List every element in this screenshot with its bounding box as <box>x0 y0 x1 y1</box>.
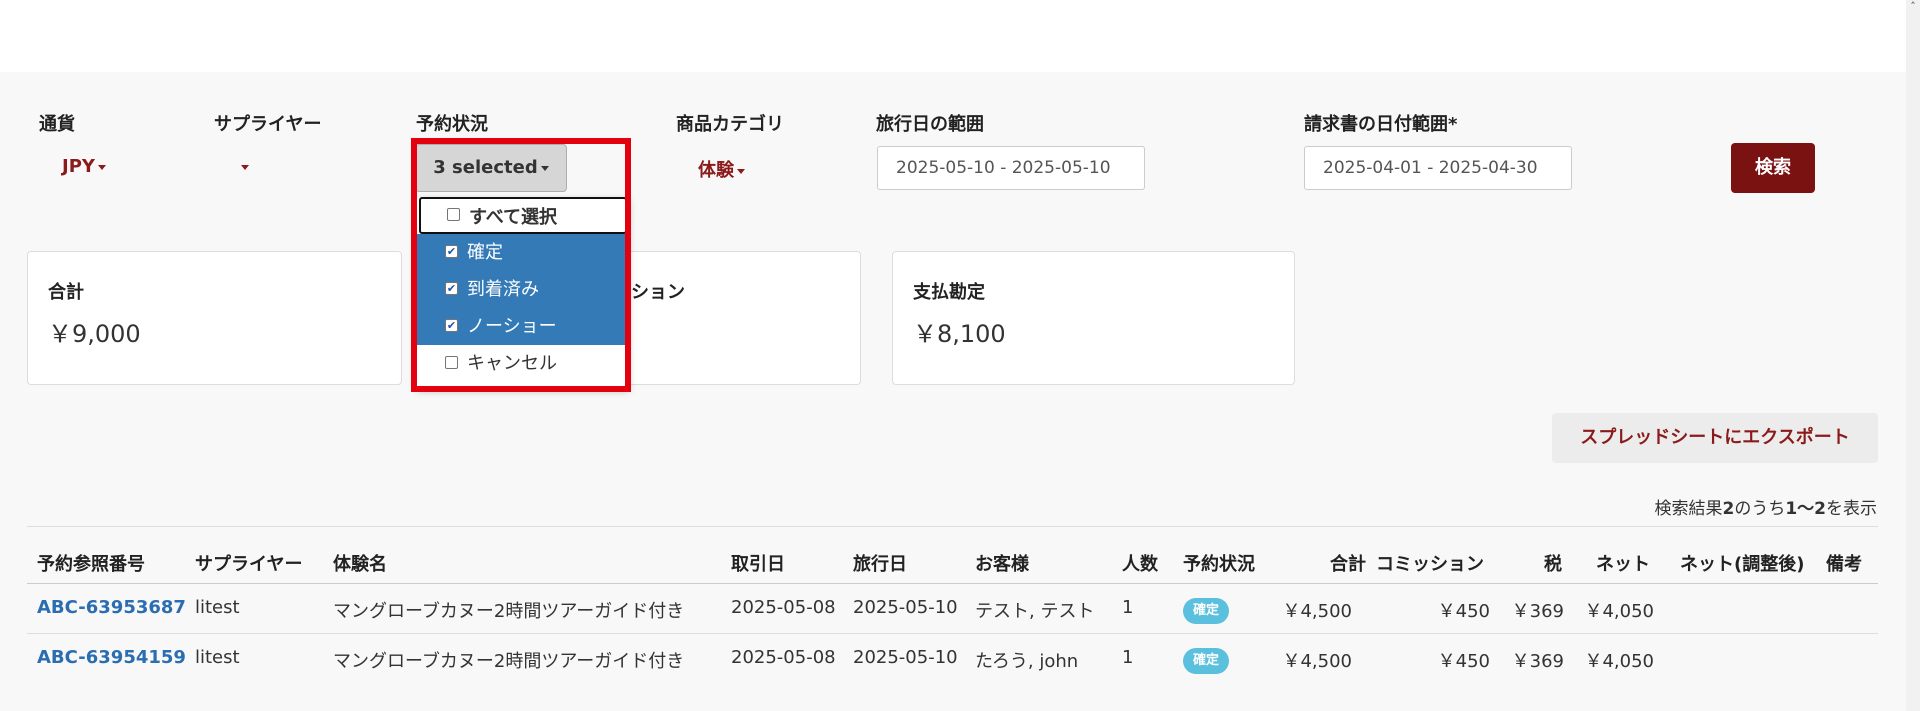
result-info: 検索結果2のうち1〜2を表示 <box>1654 499 1877 519</box>
th-total[interactable]: 合計 <box>1330 550 1366 576</box>
cell-total: ￥4,500 <box>1282 601 1352 622</box>
status-dropdown-menu: すべて選択 ✔ 確定 ✔ 到着済み ✔ ノーショー キャンセル <box>417 197 629 388</box>
summary-value: ￥9,000 <box>48 320 141 348</box>
row-divider <box>27 633 1878 634</box>
status-option-label: すべて選択 <box>469 207 558 228</box>
status-option-no-show[interactable]: ✔ ノーショー <box>417 308 629 345</box>
cell-supplier: litest <box>195 647 240 668</box>
caret-down-icon <box>97 164 106 170</box>
checkbox-checked-icon[interactable]: ✔ <box>445 319 458 332</box>
summary-value: ￥8,100 <box>913 320 1006 348</box>
category-value: 体験 <box>698 160 734 181</box>
status-option-select-all[interactable]: すべて選択 <box>419 197 627 234</box>
th-status[interactable]: 予約状況 <box>1183 550 1255 576</box>
search-button[interactable]: 検索 <box>1731 143 1815 193</box>
status-label: 予約状況 <box>416 114 488 135</box>
cell-supplier: litest <box>195 597 240 618</box>
summary-title: ション <box>631 282 685 303</box>
caret-down-icon <box>241 164 249 170</box>
travel-range-input[interactable]: 2025-05-10 - 2025-05-10 <box>877 146 1145 190</box>
summary-title: 合計 <box>48 282 84 303</box>
status-option-label: 確定 <box>467 242 503 263</box>
status-option-cancel[interactable]: キャンセル <box>417 345 629 382</box>
cell-people: 1 <box>1122 647 1134 668</box>
th-net-adjusted[interactable]: ネット(調整後) <box>1680 550 1804 576</box>
cell-commission: ￥450 <box>1437 601 1490 622</box>
currency-label: 通貨 <box>39 114 75 135</box>
cell-customer: たろう, john <box>975 651 1079 672</box>
caret-down-icon <box>540 165 549 171</box>
status-badge: 確定 <box>1183 648 1229 674</box>
category-dropdown[interactable]: 体験 <box>698 156 745 182</box>
cell-tax: ￥369 <box>1511 601 1564 622</box>
invoice-range-label: 請求書の日付範囲* <box>1304 114 1458 135</box>
th-people[interactable]: 人数 <box>1122 550 1158 576</box>
cell-net: ￥4,050 <box>1584 651 1654 672</box>
th-net[interactable]: ネット <box>1596 550 1650 576</box>
travel-range-label: 旅行日の範囲 <box>876 114 984 135</box>
table-header-border <box>27 583 1878 584</box>
status-selected-count: 3 selected <box>433 157 538 178</box>
cell-name: マングローブカヌー2時間ツアーガイド付き <box>333 651 685 672</box>
table-top-border <box>27 526 1878 527</box>
currency-dropdown[interactable]: JPY <box>62 156 106 177</box>
export-spreadsheet-button[interactable]: スプレッドシートにエクスポート <box>1552 413 1878 463</box>
cell-deal-date: 2025-05-08 <box>731 597 836 618</box>
cell-net: ￥4,050 <box>1584 601 1654 622</box>
status-badge: 確定 <box>1183 598 1229 624</box>
cell-total: ￥4,500 <box>1282 651 1352 672</box>
th-customer[interactable]: お客様 <box>975 550 1029 576</box>
booking-ref-link[interactable]: ABC-63953687 <box>37 597 186 618</box>
status-option-label: 到着済み <box>467 279 539 300</box>
cell-travel-date: 2025-05-10 <box>853 597 958 618</box>
supplier-dropdown[interactable] <box>238 156 249 177</box>
th-tax[interactable]: 税 <box>1544 550 1562 576</box>
status-option-label: ノーショー <box>467 316 557 337</box>
cell-tax: ￥369 <box>1511 651 1564 672</box>
th-deal-date[interactable]: 取引日 <box>731 550 785 576</box>
th-supplier[interactable]: サプライヤー <box>195 550 302 576</box>
status-option-arrived[interactable]: ✔ 到着済み <box>417 271 629 308</box>
checkbox-checked-icon[interactable]: ✔ <box>445 245 458 258</box>
category-label: 商品カテゴリ <box>676 114 784 135</box>
status-multiselect-button[interactable]: 3 selected <box>415 144 567 192</box>
checkbox-checked-icon[interactable]: ✔ <box>445 282 458 295</box>
summary-title: 支払勘定 <box>913 282 985 303</box>
status-option-label: キャンセル <box>467 353 557 374</box>
cell-commission: ￥450 <box>1437 651 1490 672</box>
scroll-up-icon[interactable]: ˄ <box>1908 1 1918 12</box>
th-travel-date[interactable]: 旅行日 <box>853 550 907 576</box>
top-bar <box>0 0 1906 72</box>
summary-card-payable: 支払勘定 ￥8,100 <box>892 251 1295 385</box>
caret-down-icon <box>737 168 745 174</box>
checkbox-icon[interactable] <box>447 208 460 221</box>
booking-ref-link[interactable]: ABC-63954159 <box>37 647 186 668</box>
cell-customer: テスト, テスト <box>975 601 1095 622</box>
invoice-range-input[interactable]: 2025-04-01 - 2025-04-30 <box>1304 146 1572 190</box>
summary-card-total: 合計 ￥9,000 <box>27 251 402 385</box>
scrollbar[interactable]: ˄ <box>1906 0 1920 711</box>
cell-travel-date: 2025-05-10 <box>853 647 958 668</box>
th-name[interactable]: 体験名 <box>333 550 387 576</box>
th-ref[interactable]: 予約参照番号 <box>37 550 145 576</box>
cell-deal-date: 2025-05-08 <box>731 647 836 668</box>
cell-name: マングローブカヌー2時間ツアーガイド付き <box>333 601 685 622</box>
checkbox-icon[interactable] <box>445 356 458 369</box>
cell-people: 1 <box>1122 597 1134 618</box>
status-option-confirmed[interactable]: ✔ 確定 <box>417 234 629 271</box>
th-note[interactable]: 備考 <box>1826 550 1862 576</box>
currency-value: JPY <box>62 156 95 177</box>
supplier-label: サプライヤー <box>214 114 322 135</box>
th-commission[interactable]: コミッション <box>1376 550 1484 576</box>
